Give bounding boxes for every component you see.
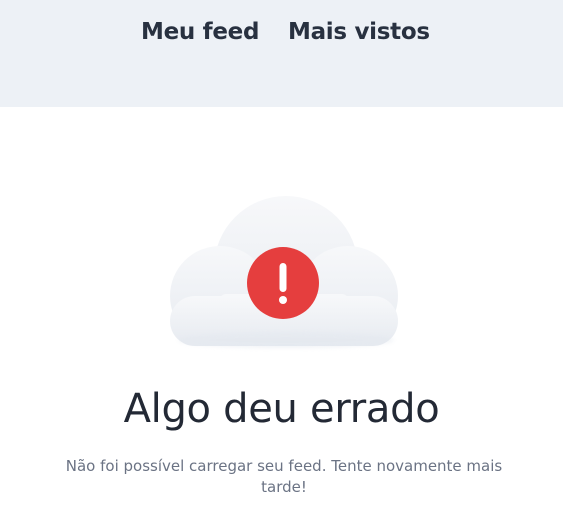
error-title: Algo deu errado xyxy=(123,386,440,432)
cloud-error-illustration xyxy=(150,190,420,365)
exclamation-icon xyxy=(247,247,319,319)
tab-meu-feed[interactable]: Meu feed xyxy=(141,19,259,45)
top-navigation: Meu feed Mais vistos xyxy=(0,0,563,107)
tab-mais-vistos[interactable]: Mais vistos xyxy=(288,19,430,45)
error-message: Não foi possível carregar seu feed. Tent… xyxy=(65,457,503,496)
